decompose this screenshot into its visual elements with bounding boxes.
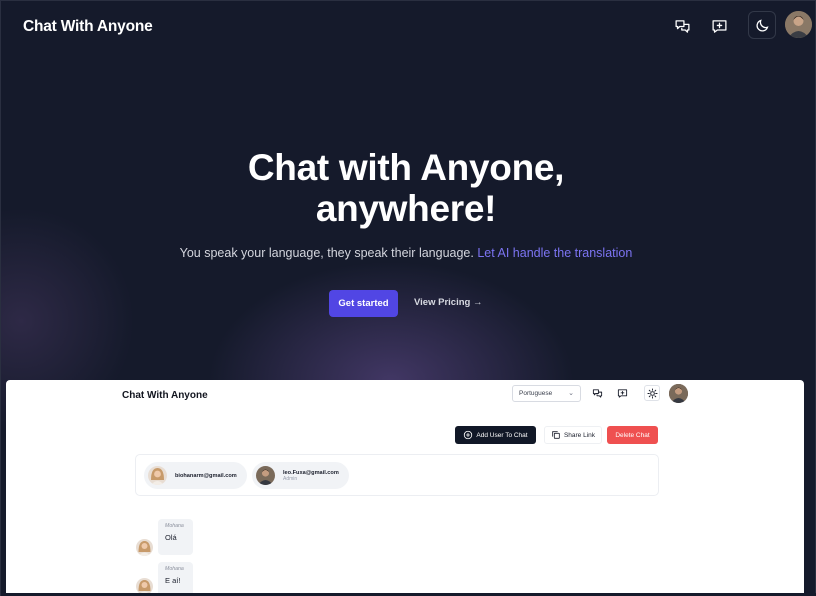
- get-started-button[interactable]: Get started: [329, 290, 398, 317]
- preview-brand: Chat With Anyone: [122, 390, 208, 401]
- view-pricing-link[interactable]: View Pricing →: [414, 297, 482, 308]
- member-avatar: [148, 466, 167, 485]
- hero-subtitle: You speak your language, they speak thei…: [1, 246, 811, 260]
- new-chat-icon[interactable]: [706, 13, 732, 39]
- preview-chats-icon[interactable]: [590, 386, 604, 400]
- message-avatar: [136, 539, 153, 556]
- preview-new-chat-icon[interactable]: [615, 386, 629, 400]
- member-chip: leo.Fuxa@gmail.com Admin: [252, 462, 349, 489]
- delete-chat-button[interactable]: Delete Chat: [607, 426, 658, 444]
- brand-logo[interactable]: Chat With Anyone: [23, 18, 153, 36]
- preview-user-avatar[interactable]: [669, 384, 688, 403]
- hero-subtitle-accent: Let AI handle the translation: [477, 246, 633, 260]
- user-avatar[interactable]: [785, 11, 812, 38]
- copy-icon: [552, 431, 560, 439]
- share-link-button[interactable]: Share Link: [544, 426, 602, 444]
- chat-message: Mohana Olá: [158, 519, 193, 555]
- message-author: Mohana: [165, 566, 184, 572]
- chevron-down-icon: ⌄: [568, 390, 574, 397]
- hero-title-line1: Chat with Anyone,: [247, 147, 565, 188]
- share-link-label: Share Link: [563, 431, 596, 439]
- member-chip: biohanarm@gmail.com: [144, 462, 247, 489]
- plus-circle-icon: [464, 430, 473, 440]
- member-role: Admin: [283, 475, 298, 482]
- top-nav: Chat With Anyone: [1, 1, 816, 53]
- preview-sun-icon[interactable]: [644, 385, 660, 401]
- member-email: biohanarm@gmail.com: [175, 472, 237, 479]
- language-select[interactable]: Portuguese ⌄: [512, 385, 581, 402]
- moon-icon: [756, 19, 768, 31]
- message-text: E aí!: [165, 576, 181, 585]
- message-avatar: [136, 578, 153, 594]
- app-preview: Chat With Anyone Portuguese ⌄ Add User T…: [6, 380, 804, 594]
- chat-message: Mohana E aí!: [158, 562, 193, 594]
- add-user-label: Add User To Chat: [476, 431, 528, 439]
- hero-title-line2: anywhere!: [315, 188, 497, 229]
- member-avatar: [256, 466, 275, 485]
- chats-icon[interactable]: [669, 13, 695, 39]
- chat-members-panel: biohanarm@gmail.com leo.Fuxa@gmail.com A…: [135, 454, 659, 496]
- hero-subtitle-text: You speak your language, they speak thei…: [179, 246, 474, 260]
- language-select-value: Portuguese: [519, 390, 553, 397]
- hero-title: Chat with Anyone, anywhere!: [1, 147, 811, 229]
- landing-page: Chat With Anyone Chat with Anyone, anywh…: [0, 0, 816, 596]
- message-author: Mohana: [165, 523, 184, 529]
- theme-toggle-button[interactable]: [748, 11, 776, 39]
- add-user-button[interactable]: Add User To Chat: [455, 426, 536, 444]
- member-email: leo.Fuxa@gmail.com: [283, 469, 339, 476]
- message-text: Olá: [165, 533, 177, 542]
